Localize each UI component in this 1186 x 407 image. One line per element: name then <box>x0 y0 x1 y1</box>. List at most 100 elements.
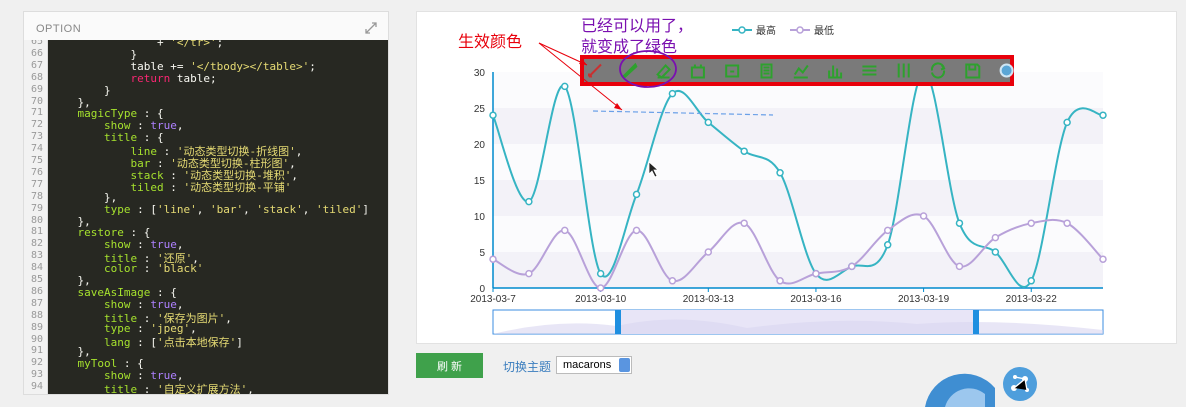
code-editor[interactable]: 65 + '</tr>'; 66 } 67 table += '</tbody></… <box>24 40 388 394</box>
line-number: 69 <box>30 83 43 95</box>
datazoom-handle-right[interactable] <box>973 310 979 334</box>
series-point[interactable] <box>955 262 964 271</box>
grid-band <box>493 108 1103 144</box>
y-tick-label: 30 <box>474 68 486 79</box>
series-point[interactable] <box>561 226 569 235</box>
effect-color-label: 生效颜色 <box>458 34 523 51</box>
line-number: 67 <box>30 59 43 71</box>
line-number: 90 <box>30 333 43 345</box>
line-number: 88 <box>30 309 43 321</box>
line-chart[interactable]: 0510152025302013-03-7 2013-03-10 2013-03-1… <box>417 12 1178 345</box>
line-number: 87 <box>30 297 43 309</box>
x-tick-label: 2013-03-22 <box>1006 294 1058 305</box>
series-point[interactable] <box>1063 118 1071 127</box>
code-line: title : '自定义扩展方法', <box>103 383 254 394</box>
expand-icon[interactable] <box>364 21 378 35</box>
series-point[interactable] <box>632 190 641 199</box>
series-point[interactable] <box>883 241 892 249</box>
decorative-pie-graphic <box>925 373 995 407</box>
line-number: 74 <box>30 143 43 155</box>
line-number: 71 <box>30 107 43 119</box>
series-point[interactable] <box>632 226 641 235</box>
series-point[interactable] <box>776 277 784 285</box>
line-number: 83 <box>30 250 43 262</box>
line-number: 66 <box>30 47 43 59</box>
line-number: 73 <box>30 131 43 143</box>
grid-band <box>493 252 1103 288</box>
legend-marker[interactable] <box>796 26 804 34</box>
legend-label[interactable]: 最低 <box>814 24 834 37</box>
line-number: 92 <box>30 357 43 369</box>
x-tick-label: 2013-03-10 <box>575 294 627 305</box>
datazoom-handle-left[interactable] <box>615 310 621 334</box>
series-point[interactable] <box>991 248 1000 256</box>
line-number: 75 <box>30 155 43 166</box>
series-point[interactable] <box>525 197 533 206</box>
molecule-icon[interactable] <box>1002 366 1038 402</box>
line-number: 82 <box>30 238 43 250</box>
series-point[interactable] <box>883 226 892 235</box>
series-point[interactable] <box>919 212 928 220</box>
x-tick-label: 2013-03-13 <box>683 294 735 305</box>
series-point[interactable] <box>740 147 748 155</box>
line-number: 72 <box>30 119 43 131</box>
series-point[interactable] <box>1027 219 1035 227</box>
series-point[interactable] <box>489 255 497 263</box>
line-number: 89 <box>30 321 43 333</box>
x-tick-label: 2013-03-19 <box>898 294 950 305</box>
line-number: 81 <box>30 226 43 238</box>
y-tick-label: 25 <box>474 104 486 115</box>
line-number: 68 <box>30 71 43 83</box>
series-point[interactable] <box>1099 255 1107 263</box>
series-point[interactable] <box>668 277 677 285</box>
y-tick-label: 5 <box>479 248 485 259</box>
line-number: 76 <box>30 166 43 178</box>
custom-tool-icon[interactable] <box>999 63 1014 78</box>
series-point[interactable] <box>668 89 677 98</box>
series-point[interactable] <box>704 248 713 256</box>
y-tick-label: 15 <box>474 176 486 187</box>
line-number: 93 <box>30 369 43 381</box>
line-number: 77 <box>30 178 43 190</box>
y-tick-label: 20 <box>474 140 486 151</box>
option-panel-title: OPTION <box>36 23 82 35</box>
series-point[interactable] <box>812 269 820 278</box>
refresh-button[interactable]: 刷 新 <box>416 353 483 378</box>
line-number: 91 <box>30 345 43 357</box>
chevron-down-icon <box>619 358 630 372</box>
series-point[interactable] <box>1063 219 1071 227</box>
legend-label[interactable]: 最高 <box>756 24 776 37</box>
line-number: 94 <box>30 381 43 393</box>
y-tick-label: 10 <box>474 212 486 223</box>
grid-band <box>493 144 1103 180</box>
series-point[interactable] <box>1027 277 1035 285</box>
series-point[interactable] <box>991 233 1000 242</box>
legend-marker[interactable] <box>738 26 746 34</box>
series-point[interactable] <box>704 118 713 127</box>
x-tick-label: 2013-03-7 <box>470 294 516 305</box>
series-point[interactable] <box>489 111 497 119</box>
x-tick-label: 2013-03-16 <box>790 294 842 305</box>
chart-panel: 0 5 10 15 20 25 30 2013-03-7 2013-03-10 2013-03-1… <box>416 11 1177 344</box>
series-point[interactable] <box>740 219 748 227</box>
line-number: 78 <box>30 190 43 202</box>
theme-select[interactable]: macarons <box>556 356 632 374</box>
code-line: type : ['line', 'bar', 'stack', 'tiled'] <box>103 202 369 216</box>
series-point[interactable] <box>596 284 605 292</box>
line-number: 85 <box>30 274 43 285</box>
series-point[interactable] <box>848 262 856 271</box>
annotation-arrow <box>538 42 588 66</box>
theme-label: 切换主题 <box>503 360 552 374</box>
line-number: 65 <box>30 40 43 47</box>
series-point[interactable] <box>955 219 964 227</box>
option-panel: OPTION 65 + '</tr>'; 66 } 67 table += '</t… <box>23 11 389 395</box>
theme-select-value: macarons <box>563 359 612 371</box>
series-point[interactable] <box>596 269 605 278</box>
series-point[interactable] <box>776 169 784 177</box>
series-point[interactable] <box>1099 111 1107 119</box>
line-number: 84 <box>30 262 43 274</box>
series-point[interactable] <box>525 269 533 278</box>
line-number: 80 <box>30 214 43 226</box>
note-line-2: 就变成了绿色 <box>581 39 678 56</box>
series-point[interactable] <box>561 82 569 91</box>
